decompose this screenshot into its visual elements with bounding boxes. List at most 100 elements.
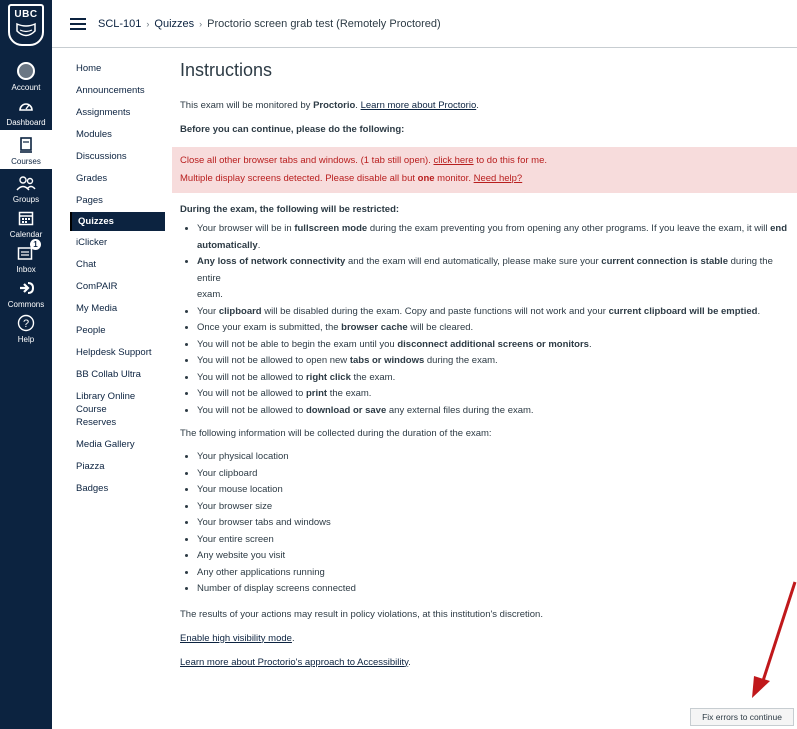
course-nav-iclicker[interactable]: iClicker	[70, 236, 165, 249]
groups-icon	[15, 172, 37, 194]
learn-more-proctorio-link[interactable]: Learn more about Proctorio	[361, 100, 477, 111]
alert2-bold: one	[417, 173, 435, 184]
dashboard-icon	[15, 95, 37, 117]
list-item: Your physical location	[197, 449, 797, 466]
list-item: Your browser will be in fullscreen mode …	[197, 221, 797, 254]
monitor-brand: Proctorio	[313, 100, 356, 111]
course-nav-pages[interactable]: Pages	[70, 194, 165, 207]
r5-c: .	[588, 338, 592, 350]
error-alert: Close all other browser tabs and windows…	[172, 147, 797, 193]
course-nav-home[interactable]: Home	[70, 62, 165, 75]
policy-text: The results of your actions may result i…	[180, 608, 543, 620]
nav-dashboard[interactable]: Dashboard	[0, 95, 52, 127]
alert2-mid: monitor.	[434, 173, 474, 184]
list-item: Your mouse location	[197, 482, 797, 499]
nav-commons[interactable]: Commons	[0, 277, 52, 309]
nav-help-label: Help	[17, 335, 35, 344]
course-nav-my-media[interactable]: My Media	[70, 302, 165, 315]
course-nav-assignments[interactable]: Assignments	[70, 106, 165, 119]
list-item: You will not be able to begin the exam u…	[197, 337, 797, 354]
list-item: Your clipboard will be disabled during t…	[197, 304, 797, 321]
ubc-logo[interactable]: UBC	[8, 4, 44, 46]
r1-b: fullscreen mode	[294, 223, 368, 234]
list-item: Your browser tabs and windows	[197, 515, 797, 532]
breadcrumb-current: Proctorio screen grab test (Remotely Pro…	[207, 17, 441, 30]
high-visibility-link[interactable]: Enable high visibility mode	[180, 633, 292, 644]
main-content: Instructions This exam will be monitored…	[172, 60, 797, 670]
r1-d: end	[770, 223, 787, 234]
course-nav-bb-collab-ultra[interactable]: BB Collab Ultra	[70, 368, 165, 381]
course-nav-chat[interactable]: Chat	[70, 258, 165, 271]
r4-c: will be cleared.	[407, 322, 474, 333]
list-item: Once your exam is submitted, the browser…	[197, 320, 797, 337]
list-item: You will not be allowed to download or s…	[197, 403, 797, 420]
breadcrumb-course-link[interactable]: SCL-101	[98, 18, 141, 30]
course-nav-compair[interactable]: ComPAIR	[70, 280, 165, 293]
accessibility-end: .	[408, 656, 411, 668]
nav-calendar[interactable]: Calendar	[0, 207, 52, 239]
r8-a: You will not be allowed to	[197, 388, 306, 399]
nav-inbox[interactable]: 1 Inbox	[0, 239, 52, 274]
high-visibility-line: Enable high visibility mode.	[180, 632, 797, 646]
r3-d: current clipboard will be emptied	[608, 305, 758, 317]
alert-tabs: Close all other browser tabs and windows…	[180, 152, 789, 170]
r7-a: You will not be allowed to	[197, 371, 306, 383]
r6-a: You will not be allowed to open new	[197, 355, 350, 366]
r8-b: print	[305, 388, 328, 399]
r3-c: will be disabled during the exam. Copy a…	[261, 305, 609, 317]
collected-list: Your physical location Your clipboard Yo…	[180, 449, 797, 598]
alert1-prefix: Close all other browser tabs and windows…	[180, 155, 434, 166]
need-help-link[interactable]: Need help?	[474, 173, 523, 184]
nav-courses-label: Courses	[11, 157, 41, 166]
nav-courses[interactable]: Courses	[0, 130, 52, 169]
inbox-badge: 1	[30, 239, 41, 250]
course-nav-quizzes[interactable]: Quizzes	[70, 212, 165, 231]
course-nav-announcements[interactable]: Announcements	[70, 84, 165, 97]
courses-icon	[15, 134, 37, 156]
monitor-end: .	[476, 100, 479, 111]
nav-account[interactable]: Account	[0, 60, 52, 92]
fix-errors-button[interactable]: Fix errors to continue	[690, 708, 794, 726]
alert-screens: Multiple display screens detected. Pleas…	[180, 170, 789, 188]
r2-c: current connection is stable	[601, 256, 728, 267]
r1-a: Your browser will be in	[197, 223, 295, 234]
course-nav-people[interactable]: People	[70, 324, 165, 337]
list-item: Number of display screens connected	[197, 581, 797, 598]
nav-help[interactable]: ? Help	[0, 312, 52, 344]
course-nav-discussions[interactable]: Discussions	[70, 150, 165, 163]
course-nav-grades[interactable]: Grades	[70, 172, 165, 185]
breadcrumb-quizzes-link[interactable]: Quizzes	[154, 18, 194, 30]
r4-b: browser cache	[341, 322, 408, 333]
r9-c: any external files during the exam.	[386, 404, 534, 416]
hamburger-menu-icon[interactable]	[70, 15, 86, 33]
r6-c: during the exam.	[424, 355, 498, 366]
account-icon	[15, 60, 37, 82]
r3-e: .	[757, 305, 761, 317]
r2-a: Any loss of network connectivity	[197, 256, 346, 267]
accessibility-link[interactable]: Learn more about Proctorio's approach to…	[180, 657, 408, 668]
course-nav-media-gallery[interactable]: Media Gallery	[70, 438, 165, 451]
course-nav-badges[interactable]: Badges	[70, 482, 165, 495]
r5-a: You will not be able to begin the exam u…	[197, 338, 398, 350]
course-nav-library-course-reserves[interactable]: Library Online Course Reserves	[70, 390, 155, 429]
breadcrumb-separator-icon: ›	[146, 18, 150, 29]
r8-c: the exam.	[327, 388, 372, 399]
list-item: Any loss of network connectivity and the…	[197, 254, 797, 304]
r2-e: exam.	[197, 289, 223, 300]
r2-b: and the exam will end automatically, ple…	[345, 256, 602, 267]
collected-heading: The following information will be collec…	[180, 428, 492, 439]
course-nav-helpdesk-support[interactable]: Helpdesk Support	[70, 346, 165, 359]
logo-text: UBC	[14, 9, 38, 20]
page-header: SCL-101 › Quizzes › Proctorio screen gra…	[52, 0, 797, 48]
restrictions-list: Your browser will be in fullscreen mode …	[180, 221, 797, 419]
nav-dashboard-label: Dashboard	[6, 118, 46, 127]
close-tabs-link[interactable]: click here	[433, 155, 473, 166]
nav-groups[interactable]: Groups	[0, 172, 52, 204]
nav-calendar-label: Calendar	[9, 230, 43, 239]
r5-b: disconnect additional screens or monitor…	[397, 338, 589, 350]
before-heading: Before you can continue, please do the f…	[180, 124, 405, 135]
course-nav-modules[interactable]: Modules	[70, 128, 165, 141]
course-nav-piazza[interactable]: Piazza	[70, 460, 165, 473]
r1-f: .	[257, 239, 261, 251]
list-item: You will not be allowed to print the exa…	[197, 386, 797, 403]
